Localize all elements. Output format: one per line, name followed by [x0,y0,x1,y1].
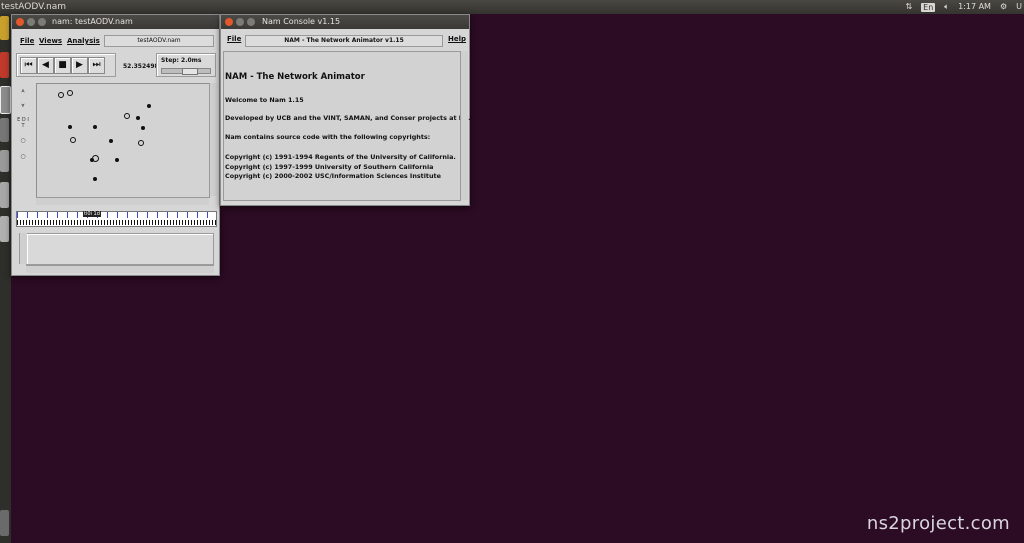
timeline-marker-label: ti0i 1d [83,211,101,217]
step-label: Step: 2.0ms [161,57,202,64]
console-line: Copyright (c) 1997-1999 University of So… [225,163,434,171]
menu-file[interactable]: File [227,35,241,43]
launcher-trash-icon[interactable] [0,510,9,536]
window-title: Nam Console v1.15 [262,17,341,26]
menu-file[interactable]: File [20,37,34,45]
nam-window: nam: testAODV.nam File Views Analysis te… [11,14,220,276]
console-line: Developed by UCB and the VINT, SAMAN, an… [225,114,471,122]
step-panel: Step: 2.0ms [156,53,216,77]
circle-icon[interactable]: ○ [17,153,29,164]
launcher-app-icon[interactable] [0,52,9,78]
console-line: Welcome to Nam 1.15 [225,96,304,104]
edit-icon[interactable]: E D I T [17,117,29,133]
canvas-vertical-scrollbar[interactable] [209,83,217,196]
console-header-field: NAM - The Network Animator v1.15 [245,35,443,47]
network-icon[interactable]: ⇅ [905,0,912,14]
time-display: 52.352498 [123,63,159,70]
zoom-out-icon[interactable]: ⩔ [17,102,29,113]
timeline-scale [17,212,216,218]
console-line: Nam contains source code with the follow… [225,133,431,141]
network-node[interactable] [147,104,151,108]
playback-panel: ⏮ ◀ ■ ▶ ⏭ [16,53,116,77]
maximize-icon[interactable] [38,18,46,26]
network-node[interactable] [90,158,94,162]
canvas-horizontal-scrollbar[interactable] [36,197,209,205]
minimize-icon[interactable] [27,18,35,26]
launcher [0,14,11,543]
nam-titlebar[interactable]: nam: testAODV.nam [12,15,219,29]
top-panel: testAODV.nam ⇅ En 🔈︎ 1:17 AM ⚙ U [0,0,1024,14]
console-line: Copyright (c) 2000-2002 USC/Information … [225,172,441,180]
side-toolbar: ⩓ ⩔ E D I T ○ ○ [14,83,33,198]
close-icon[interactable] [16,18,24,26]
filename-field: testAODV.nam [104,35,214,47]
console-line: Copyright (c) 1991-1994 Regents of the U… [225,153,456,161]
menu-analysis[interactable]: Analysis [67,37,100,45]
network-node[interactable] [141,126,145,130]
rewind-icon[interactable]: ⏮ [20,57,37,74]
menu-views[interactable]: Views [39,37,62,45]
launcher-app-icon[interactable] [0,182,9,208]
nam-menubar: File Views Analysis testAODV.nam [12,35,219,49]
watermark: ns2project.com [866,513,1010,534]
maximize-icon[interactable] [247,18,255,26]
step-slider[interactable] [161,68,211,75]
network-node[interactable] [138,140,144,146]
launcher-app-icon[interactable] [0,86,11,114]
close-icon[interactable] [225,18,233,26]
animation-canvas[interactable] [36,83,210,198]
circle-icon[interactable]: ○ [17,137,29,148]
annotation-pane[interactable] [26,233,214,265]
timeline[interactable]: ti0i 1d [16,211,217,227]
network-node[interactable] [115,158,119,162]
settings-gear-icon[interactable]: ⚙ [1000,0,1007,14]
network-node[interactable] [109,139,113,143]
network-node[interactable] [124,113,130,119]
network-node[interactable] [70,137,76,143]
window-title: nam: testAODV.nam [52,17,133,26]
keyboard-layout-indicator[interactable]: En [921,2,936,12]
annotation-vertical-scrollbar[interactable] [19,233,27,264]
system-tray: ⇅ En 🔈︎ 1:17 AM ⚙ U [905,0,1022,14]
network-node[interactable] [67,90,73,96]
minimize-icon[interactable] [236,18,244,26]
fast-forward-icon[interactable]: ⏭ [88,57,105,74]
launcher-app-icon[interactable] [0,16,9,40]
network-node[interactable] [136,116,140,120]
network-node[interactable] [58,92,64,98]
console-titlebar[interactable]: Nam Console v1.15 [221,15,469,29]
launcher-app-icon[interactable] [0,216,9,242]
launcher-app-icon[interactable] [0,150,9,172]
step-back-icon[interactable]: ◀ [37,57,54,74]
menu-help[interactable]: Help [448,35,466,43]
zoom-in-icon[interactable]: ⩓ [17,87,29,98]
volume-icon[interactable]: 🔈︎ [944,0,949,14]
console-window: Nam Console v1.15 File NAM - The Network… [220,14,471,206]
console-vertical-scrollbar[interactable] [460,51,468,200]
network-node[interactable] [93,177,97,181]
network-node[interactable] [68,125,72,129]
console-text-area[interactable]: NAM - The Network Animator Welcome to Na… [223,51,471,201]
user-menu[interactable]: U [1016,0,1022,14]
console-menubar: File NAM - The Network Animator v1.15 He… [221,35,469,47]
network-node[interactable] [93,125,97,129]
active-app-title: testAODV.nam [1,2,66,12]
annotation-horizontal-scrollbar[interactable] [26,265,214,273]
step-slider-handle[interactable] [182,68,198,75]
clock[interactable]: 1:17 AM [958,0,991,14]
stop-icon[interactable]: ■ [54,57,71,74]
launcher-app-icon[interactable] [0,118,9,142]
console-heading: NAM - The Network Animator [225,72,365,82]
play-icon[interactable]: ▶ [71,57,88,74]
